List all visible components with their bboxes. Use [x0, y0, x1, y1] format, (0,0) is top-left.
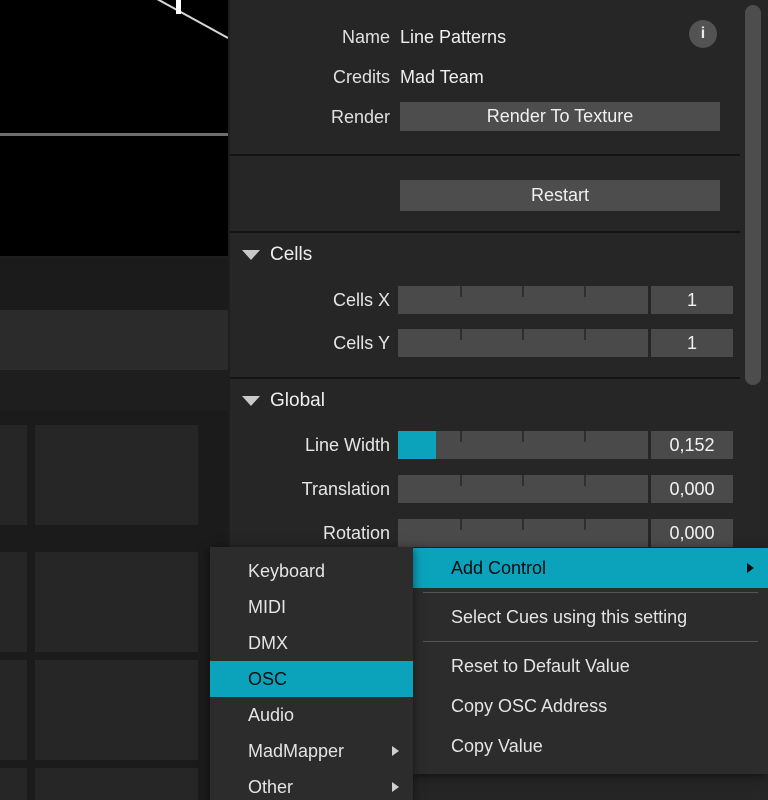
menu-item-add-control[interactable]: Add Control — [413, 548, 768, 588]
left-toolbar — [0, 310, 228, 666]
slider-row-line-width: Line Width 0,152 — [230, 429, 740, 461]
section-divider — [230, 231, 740, 233]
context-menu: Add Control Select Cues using this setti… — [413, 548, 768, 774]
menu-item-select-cues[interactable]: Select Cues using this setting — [413, 597, 768, 637]
slider-track[interactable] — [398, 475, 648, 503]
submenu-item-label: DMX — [248, 633, 288, 653]
submenu-item-label: MIDI — [248, 597, 286, 617]
field-value[interactable]: Mad Team — [400, 60, 484, 94]
chevron-down-icon[interactable] — [242, 250, 260, 260]
menu-item-reset-default[interactable]: Reset to Default Value — [413, 646, 768, 686]
grid-cell[interactable] — [0, 660, 27, 760]
menu-item-copy-value[interactable]: Copy Value — [413, 726, 768, 766]
info-icon[interactable]: i — [689, 20, 717, 48]
field-value[interactable]: Line Patterns — [400, 20, 506, 54]
slider-value[interactable]: 1 — [651, 286, 733, 314]
menu-item-label: Reset to Default Value — [451, 656, 630, 676]
menu-item-label: Add Control — [451, 558, 547, 578]
menu-item-label: Copy Value — [451, 736, 543, 756]
left-grid-area — [0, 410, 228, 800]
field-row-name: Name Line Patterns — [230, 20, 740, 54]
field-label: Render — [330, 107, 390, 127]
slider-label: Cells X — [332, 290, 390, 310]
grid-cell[interactable] — [0, 768, 27, 800]
submenu-item-label: OSC — [248, 669, 288, 689]
app-window: to 11 Auto Name Line Patterns i Credits — [0, 0, 768, 800]
slider-track[interactable] — [398, 519, 648, 547]
menu-separator — [423, 641, 758, 642]
submenu-item-keyboard[interactable]: Keyboard — [210, 553, 413, 589]
submenu-item-label: MadMapper — [248, 741, 345, 761]
slider-value[interactable]: 0,000 — [651, 519, 733, 547]
menu-item-label: Copy OSC Address — [451, 696, 608, 716]
slider-row-translation: Translation 0,000 — [230, 473, 740, 505]
preview-viewport-bottom[interactable] — [0, 136, 228, 256]
add-control-submenu: Keyboard MIDI DMX OSC Audio MadMapper Ot… — [210, 547, 413, 800]
slider-track[interactable] — [398, 431, 648, 459]
field-label: Name — [341, 27, 390, 47]
restart-button[interactable]: Restart — [400, 180, 720, 211]
submenu-item-other[interactable]: Other — [210, 769, 413, 800]
section-title: Global — [270, 390, 325, 411]
grid-cell[interactable] — [35, 425, 198, 525]
slider-value[interactable]: 1 — [651, 329, 733, 357]
submenu-item-label: Keyboard — [248, 561, 326, 581]
slider-value[interactable]: 0,152 — [651, 431, 733, 459]
chevron-right-icon — [392, 782, 399, 792]
left-column: to 11 Auto — [0, 0, 230, 800]
numeric-toolbar-row: to 11 Auto — [0, 372, 228, 776]
slider-track[interactable] — [398, 329, 648, 357]
slider-fill — [398, 431, 436, 459]
preview-viewport-top[interactable] — [0, 0, 228, 133]
slider-row-rotation: Rotation 0,000 — [230, 517, 740, 549]
background-row — [415, 781, 753, 800]
preview-line-graphic — [156, 0, 228, 39]
slider-track[interactable] — [398, 286, 648, 314]
chevron-right-icon — [747, 563, 754, 573]
submenu-item-osc[interactable]: OSC — [210, 661, 413, 697]
submenu-item-label: Other — [248, 777, 294, 797]
slider-row-cells-x: Cells X 1 — [230, 284, 740, 316]
field-row-render: Render Render To Texture — [230, 100, 740, 134]
slider-value[interactable]: 0,000 — [651, 475, 733, 503]
section-header-cells[interactable]: Cells — [230, 238, 740, 272]
inspector-scrollbar-thumb[interactable] — [745, 5, 761, 385]
submenu-item-label: Audio — [248, 705, 295, 725]
slider-label: Rotation — [322, 523, 390, 543]
section-header-global[interactable]: Global — [230, 384, 740, 418]
menu-item-label: Select Cues using this setting — [451, 607, 688, 627]
chevron-down-icon[interactable] — [242, 396, 260, 406]
grid-cell[interactable] — [35, 768, 198, 800]
chevron-right-icon — [392, 746, 399, 756]
section-title: Cells — [270, 244, 313, 265]
submenu-item-audio[interactable]: Audio — [210, 697, 413, 733]
menu-separator — [423, 592, 758, 593]
field-label: Credits — [332, 67, 390, 87]
submenu-item-midi[interactable]: MIDI — [210, 589, 413, 625]
grid-cell[interactable] — [0, 425, 27, 525]
slider-label: Translation — [301, 479, 390, 499]
grid-cell[interactable] — [35, 552, 198, 652]
field-row-credits: Credits Mad Team — [230, 60, 740, 94]
section-divider — [230, 154, 740, 156]
slider-row-cells-y: Cells Y 1 — [230, 327, 740, 359]
section-divider — [230, 377, 740, 379]
render-to-texture-button[interactable]: Render To Texture — [400, 102, 720, 131]
left-blank-strip — [0, 258, 228, 310]
grid-cell[interactable] — [35, 660, 198, 760]
slider-label: Cells Y — [333, 333, 390, 353]
slider-label: Line Width — [304, 435, 390, 455]
submenu-item-madmapper[interactable]: MadMapper — [210, 733, 413, 769]
menu-item-copy-osc-address[interactable]: Copy OSC Address — [413, 686, 768, 726]
grid-cell[interactable] — [0, 552, 27, 652]
submenu-item-dmx[interactable]: DMX — [210, 625, 413, 661]
